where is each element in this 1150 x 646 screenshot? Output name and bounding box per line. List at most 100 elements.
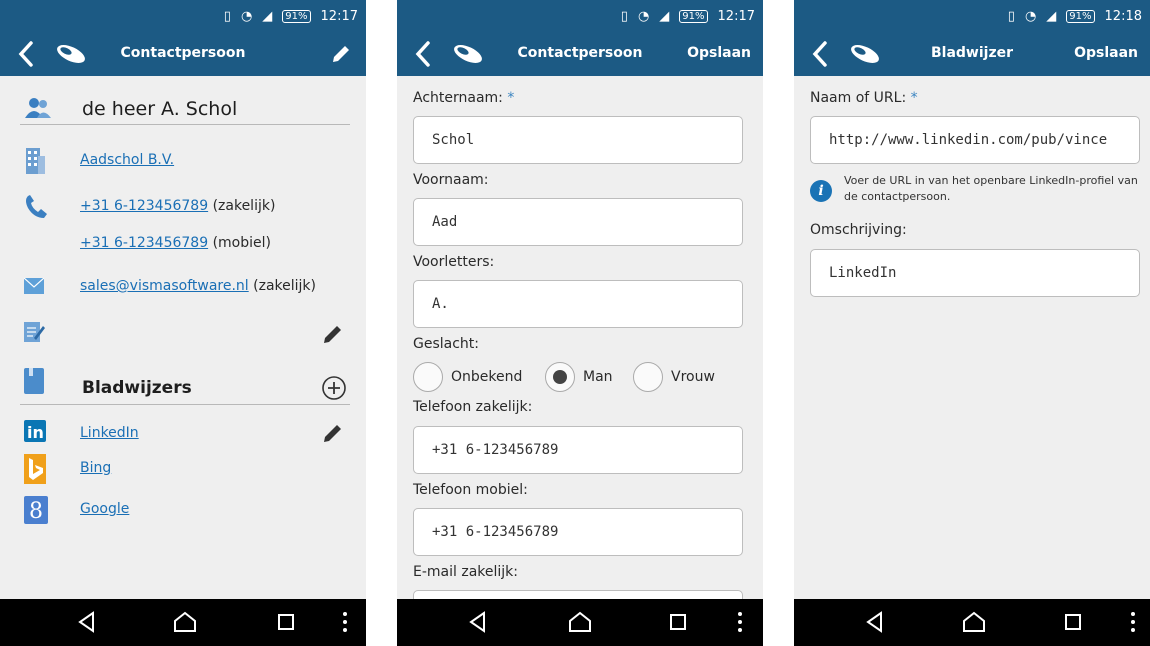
url-label: Naam of URL: * [810,90,918,106]
vibrate-icon: ▯ [1007,8,1015,24]
edit-bookmark-pencil-icon[interactable] [322,422,344,444]
app-bar: Contactpersoon [0,32,366,76]
radio-circle[interactable] [633,362,663,392]
nav-menu-icon[interactable] [737,611,743,633]
add-bookmark-icon[interactable] [321,375,347,401]
radio-circle-selected[interactable] [545,362,575,392]
google-icon: 8 [24,496,48,524]
phone-mobile-field[interactable]: +31 6-123456789 [413,508,743,556]
contact-details: de heer A. Schol Aadschol B.V. +31 6-123… [0,76,366,599]
gender-option-onbekend[interactable]: Onbekend [413,362,522,392]
initials-field[interactable]: A. [413,280,743,328]
bookmark-edit-screen: ▯ ◔ ◢ 91% 12:18 Bladwijzer Opslaan Naam … [794,0,1150,646]
email-type: (zakelijk) [248,278,317,294]
url-hint: Voer de URL in van het openbare LinkedIn… [844,174,1138,203]
phone-business-type: (zakelijk) [208,198,276,214]
battery-indicator: 91% [282,9,311,23]
contact-detail-screen: ▯ ◔ ◢ 91% 12:17 Contactpersoon de heer A… [0,0,366,646]
gender-option-vrouw[interactable]: Vrouw [633,362,715,392]
navigation-bar [397,599,763,646]
url-field[interactable]: http://www.linkedin.com/pub/vince [810,116,1140,164]
bookmark-book-icon [24,368,44,394]
initials-label: Voorletters: [413,254,495,270]
nav-back-icon[interactable] [469,611,487,633]
bookmark-link[interactable]: LinkedIn [80,425,139,441]
app-bar: Bladwijzer Opslaan [794,32,1150,76]
clock: 12:17 [717,8,755,24]
nav-home-icon[interactable] [962,611,986,633]
phone-business-link[interactable]: +31 6-123456789 [80,198,208,214]
bookmarks-heading: Bladwijzers [82,378,192,398]
app-bar: Contactpersoon Opslaan [397,32,763,76]
status-bar: ▯ ◔ ◢ 91% 12:17 [397,0,763,32]
building-icon [26,148,45,174]
firstname-field[interactable]: Aad [413,198,743,246]
lastname-field[interactable]: Schol [413,116,743,164]
contact-form: Achternaam: * Schol Voornaam: Aad Voorle… [397,76,763,599]
svg-text:8: 8 [29,499,43,524]
phone-business-label: Telefoon zakelijk: [413,399,533,415]
email-business-label: E-mail zakelijk: [413,564,518,580]
company-link[interactable]: Aadschol B.V. [80,152,174,168]
phone-mobile-label: Telefoon mobiel: [413,482,528,498]
phone-icon [26,195,47,218]
navigation-bar [794,599,1150,646]
linkedin-icon: in [24,420,46,442]
gender-radio-group: Onbekend Man Vrouw [413,362,763,394]
edit-pencil-icon[interactable] [330,43,352,65]
page-title: Contactpersoon [120,45,246,61]
vibrate-icon: ▯ [223,8,231,24]
phone-mobile-type: (mobiel) [208,235,271,251]
phone-mobile-link[interactable]: +31 6-123456789 [80,235,208,251]
bookmark-link[interactable]: Google [80,501,129,517]
status-bar: ▯ ◔ ◢ 91% 12:18 [794,0,1150,32]
lastname-label: Achternaam: * [413,90,515,106]
battery-indicator: 91% [679,9,708,23]
nav-menu-icon[interactable] [342,611,348,633]
email-business-field[interactable] [413,590,743,599]
vibrate-icon: ▯ [620,8,628,24]
gender-option-man[interactable]: Man [545,362,613,392]
edit-note-pencil-icon[interactable] [322,323,344,345]
email-link[interactable]: sales@vismasoftware.nl [80,278,249,294]
signal-icon: ◢ [659,8,670,24]
wifi-icon: ◔ [637,8,650,24]
clock: 12:17 [320,8,358,24]
contact-edit-screen: ▯ ◔ ◢ 91% 12:17 Contactpersoon Opslaan A… [397,0,763,646]
save-button[interactable]: Opslaan [687,45,751,61]
person-icon [25,98,51,118]
nav-back-icon[interactable] [866,611,884,633]
svg-text:in: in [27,423,44,442]
navigation-bar [0,599,366,646]
bing-icon [24,454,46,484]
nav-back-icon[interactable] [78,611,96,633]
status-bar: ▯ ◔ ◢ 91% 12:17 [0,0,366,32]
divider [20,404,350,405]
wifi-icon: ◔ [240,8,253,24]
gender-label: Geslacht: [413,336,480,352]
divider [20,124,350,125]
nav-home-icon[interactable] [568,611,592,633]
signal-icon: ◢ [1046,8,1057,24]
nav-menu-icon[interactable] [1130,611,1136,633]
firstname-label: Voornaam: [413,172,489,188]
mail-icon [24,278,44,294]
description-field[interactable]: LinkedIn [810,249,1140,297]
phone-business-field[interactable]: +31 6-123456789 [413,426,743,474]
contact-name: de heer A. Schol [82,98,238,120]
bookmark-form: Naam of URL: * http://www.linkedin.com/p… [794,76,1150,599]
info-icon: i [810,180,832,202]
nav-recents-icon[interactable] [669,613,687,631]
nav-home-icon[interactable] [173,611,197,633]
nav-recents-icon[interactable] [1064,613,1082,631]
wifi-icon: ◔ [1024,8,1037,24]
radio-circle[interactable] [413,362,443,392]
signal-icon: ◢ [262,8,273,24]
bookmark-link[interactable]: Bing [80,460,111,476]
nav-recents-icon[interactable] [277,613,295,631]
battery-indicator: 91% [1066,9,1095,23]
note-icon [24,322,45,342]
description-label: Omschrijving: [810,222,907,238]
save-button[interactable]: Opslaan [1074,45,1138,61]
clock: 12:18 [1104,8,1142,24]
